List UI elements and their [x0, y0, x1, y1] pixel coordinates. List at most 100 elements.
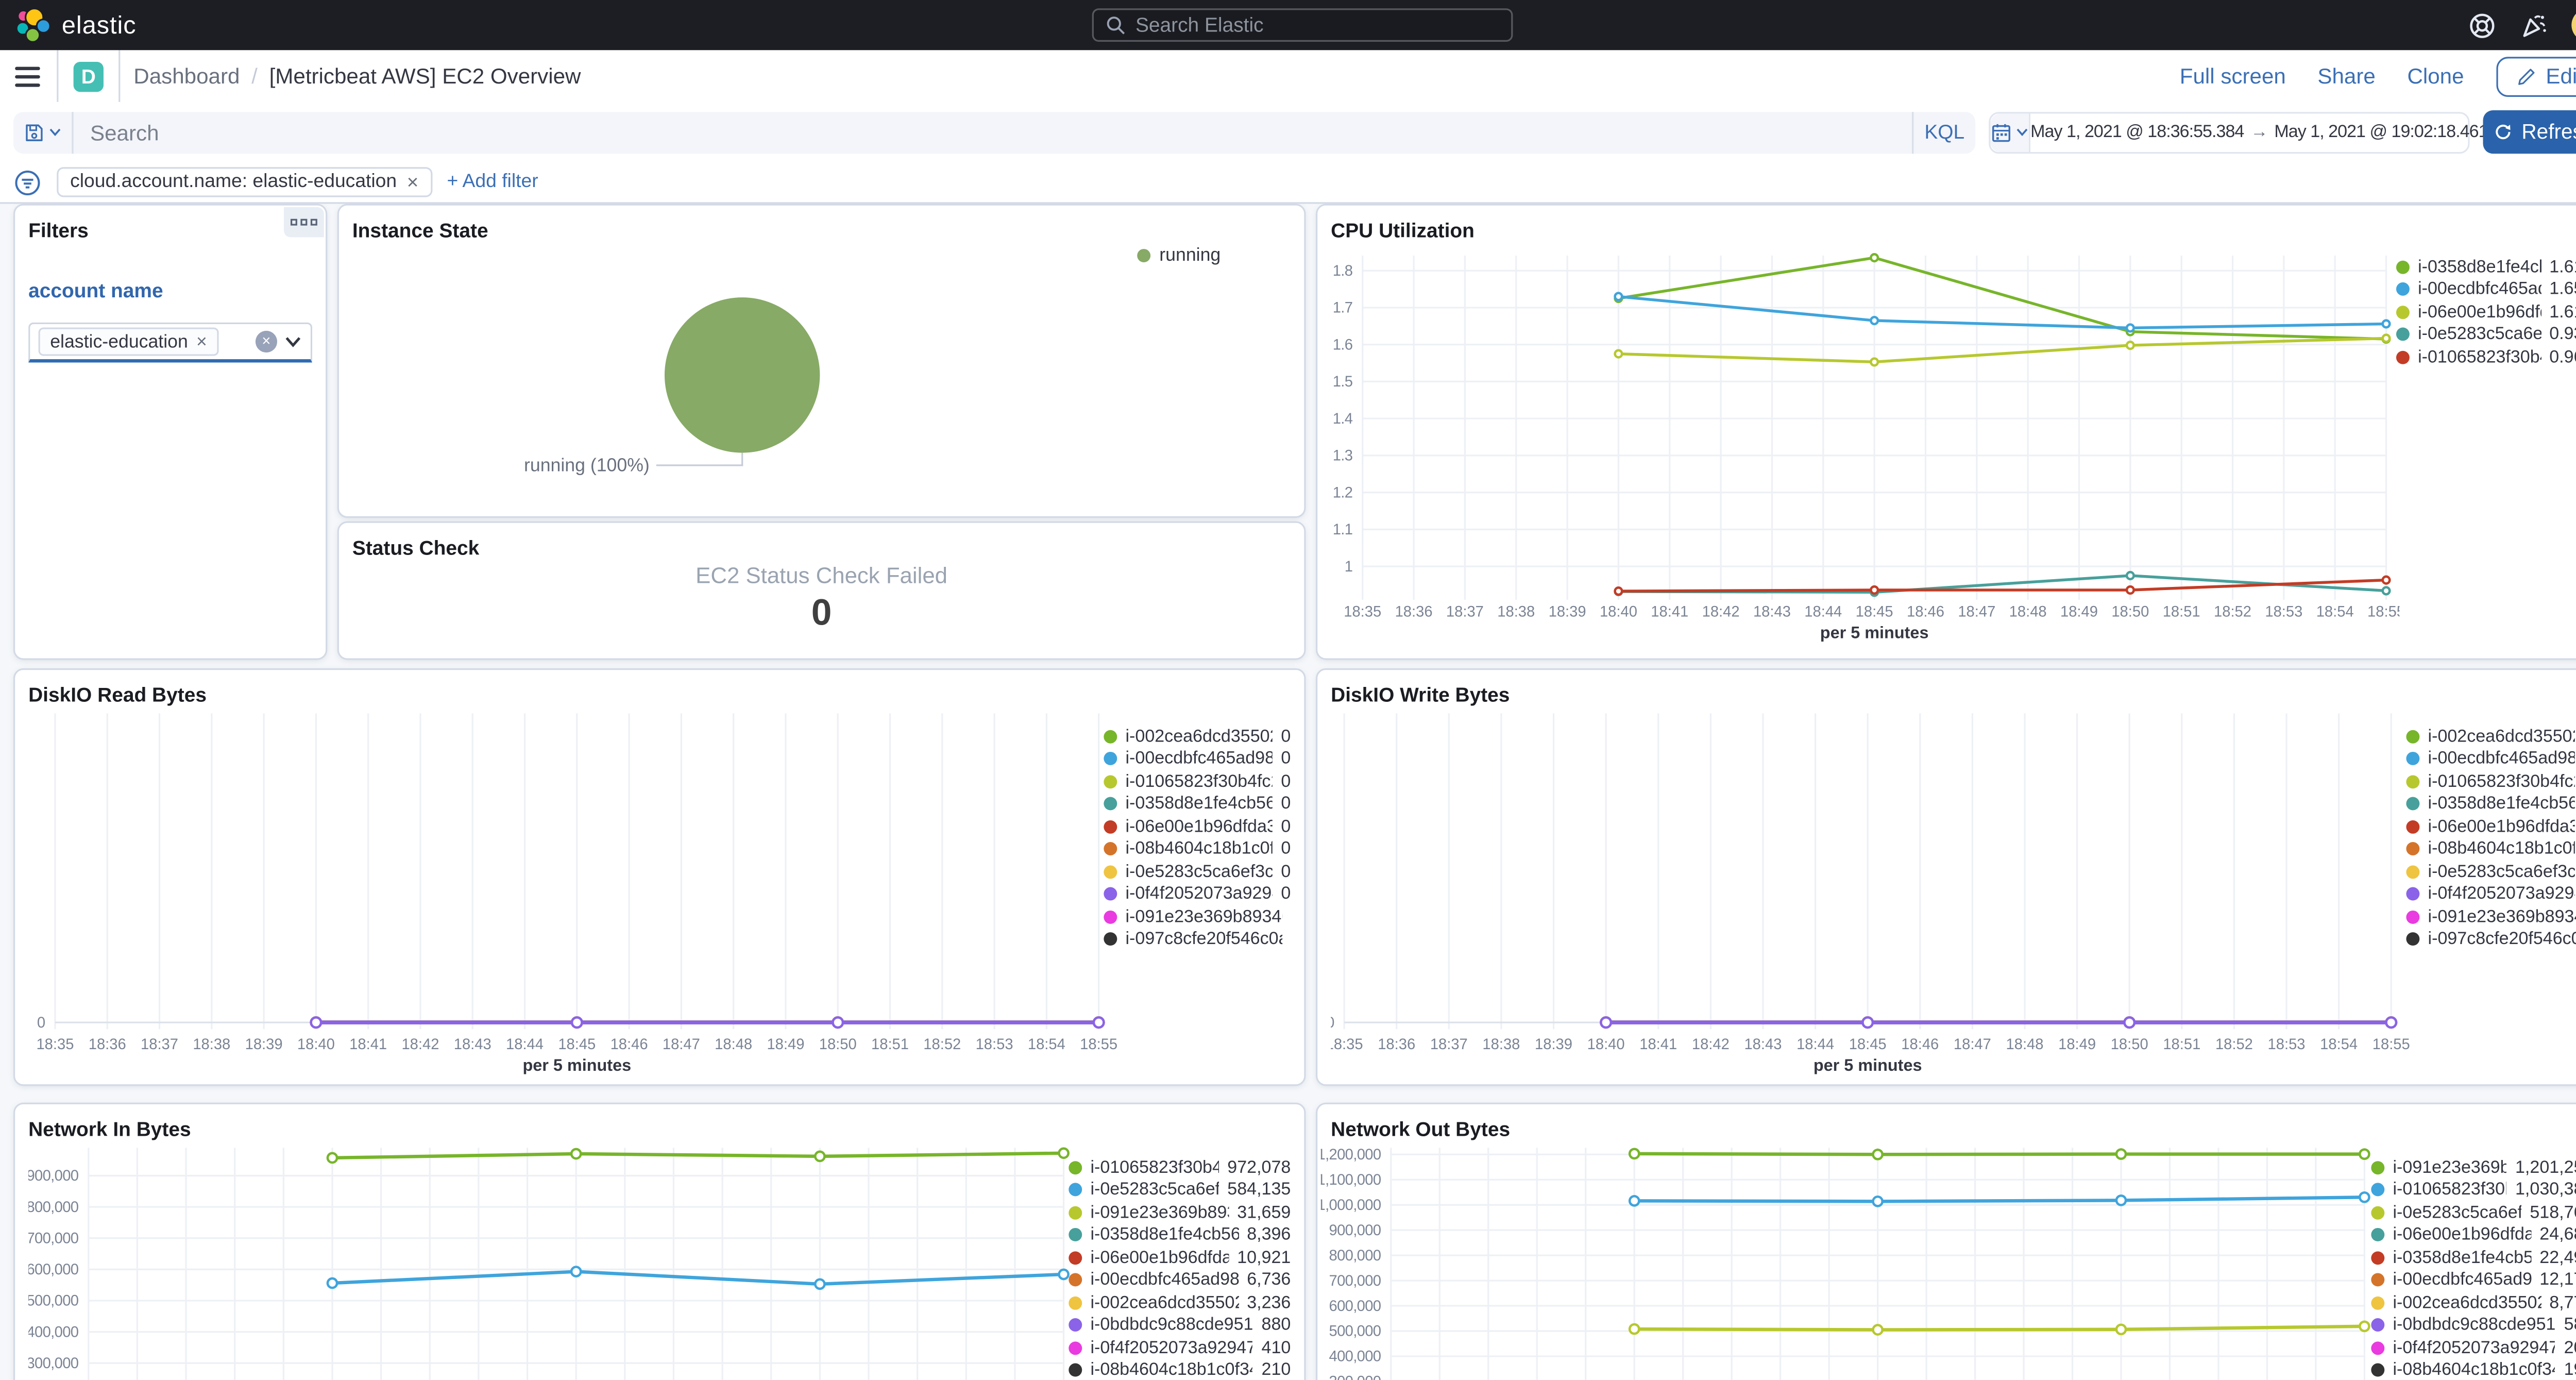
svg-text:1.6: 1.6: [1333, 336, 1353, 353]
query-input[interactable]: [73, 119, 1912, 145]
filter-menu-icon[interactable]: [13, 168, 42, 196]
legend-item[interactable]: i-0358d8e1fe4cb56890: [1104, 793, 1291, 815]
legend-item[interactable]: i-00ecdbfc465ad98df 12,176: [2371, 1269, 2576, 1291]
help-lifebuoy-icon[interactable]: [2468, 11, 2496, 39]
legend-item[interactable]: i-0f4f2052073a929470: [1104, 883, 1291, 905]
cpu-legend: i-0358d8e1fe4cb56891.615i-00ecdbfc465ad9…: [2396, 256, 2576, 368]
legend-value: 972,078: [1227, 1157, 1291, 1177]
legend-item[interactable]: i-0f4f2052073a929470: [2406, 883, 2576, 905]
chevron-down-icon[interactable]: [284, 332, 302, 351]
legend-item[interactable]: i-01065823f30b4fc210: [2406, 770, 2576, 793]
legend-item[interactable]: i-00ecdbfc465ad98df0: [2406, 748, 2576, 770]
legend-item[interactable]: i-0f4f2052073a92947 410: [1069, 1337, 1291, 1359]
combobox-clear-icon[interactable]: ×: [255, 330, 278, 353]
panel-title: CPU Utilization: [1331, 218, 1475, 243]
menu-hamburger-icon[interactable]: [15, 66, 40, 86]
legend-item[interactable]: i-06e00e1b96dfda3f70: [2406, 815, 2576, 838]
global-search[interactable]: [1092, 8, 1513, 42]
legend-item[interactable]: i-01065823f30b4fc21 972,078: [1069, 1156, 1291, 1179]
legend-label: i-08b4604c18b1c0f34: [2393, 1360, 2556, 1380]
date-to[interactable]: May 1, 2021 @ 19:02:18.461: [2274, 122, 2488, 142]
date-from[interactable]: May 1, 2021 @ 18:36:55.384: [2030, 122, 2244, 142]
share-button[interactable]: Share: [2317, 63, 2375, 89]
filter-pill[interactable]: cloud.account.name: elastic-education ×: [57, 167, 432, 197]
legend-item[interactable]: i-0e5283c5ca6ef3c8c0: [1104, 861, 1291, 883]
legend-label: running: [1159, 245, 1221, 266]
add-filter-button[interactable]: + Add filter: [447, 172, 538, 192]
pie-slice-running[interactable]: [664, 297, 820, 453]
legend-label: i-002cea6dcd35502f7: [2428, 726, 2575, 747]
kql-selector[interactable]: KQL: [1912, 111, 1975, 153]
legend-item[interactable]: i-0358d8e1fe4cb56890: [2406, 793, 2576, 815]
panel-options-icon[interactable]: [283, 207, 324, 238]
legend-label: i-002cea6dcd35502f7: [2393, 1292, 2541, 1313]
legend-item[interactable]: i-002cea6dcd35502f70: [1104, 725, 1291, 748]
pie-legend-item[interactable]: running: [1138, 245, 1221, 266]
saved-query-menu[interactable]: [13, 111, 74, 153]
legend-swatch: [2371, 1205, 2385, 1219]
legend-swatch: [1104, 775, 1117, 788]
legend-item[interactable]: i-002cea6dcd35502f7 8,779: [2371, 1291, 2576, 1314]
legend-item[interactable]: i-0358d8e1fe4cb5689 22,498: [2371, 1247, 2576, 1269]
svg-text:18:39: 18:39: [1535, 1036, 1572, 1053]
combobox-token[interactable]: elastic-education ×: [38, 327, 219, 356]
dashboard-badge[interactable]: D: [73, 61, 104, 91]
elastic-logo[interactable]: elastic: [0, 7, 137, 43]
date-quick-menu[interactable]: [1990, 112, 2031, 152]
kibana-app: elastic Search Elastic D Dashboard / [Me…: [0, 0, 2576, 1380]
legend-item[interactable]: i-097c8cfe20f546c0a: [1104, 928, 1291, 951]
filter-remove-icon[interactable]: ×: [407, 171, 419, 194]
clone-button[interactable]: Clone: [2407, 63, 2464, 89]
legend-item[interactable]: i-002cea6dcd35502f7 3,236: [1069, 1291, 1291, 1314]
legend-item[interactable]: i-08b4604c18b1c0f34 210: [1069, 1359, 1291, 1380]
refresh-button[interactable]: Refresh: [2483, 110, 2576, 154]
legend-item[interactable]: i-08b4604c18b1c0f340: [2406, 838, 2576, 861]
legend-item[interactable]: i-0358d8e1fe4cb5689 8,396: [1069, 1224, 1291, 1247]
legend-item[interactable]: i-0e5283c5ca6ef3c8c 0.934: [2396, 323, 2576, 346]
edit-button[interactable]: Edit: [2496, 56, 2576, 96]
newsfeed-party-icon[interactable]: [2520, 11, 2548, 39]
legend-item[interactable]: i-01065823f30b4fc210: [1104, 770, 1291, 793]
svg-text:18:47: 18:47: [1954, 1036, 1991, 1053]
legend-item[interactable]: i-097c8cfe20f546c0a: [2406, 928, 2576, 951]
legend-item[interactable]: i-08b4604c18b1c0f34 196: [2371, 1359, 2576, 1380]
page-title: [Metricbeat AWS] EC2 Overview: [269, 63, 581, 89]
date-range-display[interactable]: May 1, 2021 @ 18:36:55.384 → May 1, 2021…: [2030, 122, 2488, 142]
legend-item[interactable]: i-091e23e369b893... 1,201,252: [2371, 1156, 2576, 1179]
legend-item[interactable]: i-06e00e1b96dfda3f7 1.617: [2396, 301, 2576, 324]
legend-value: 0: [1281, 884, 1291, 904]
legend-item[interactable]: i-0e5283c5ca6ef3c8c 584,135: [1069, 1179, 1291, 1201]
legend-item[interactable]: i-002cea6dcd35502f70: [2406, 725, 2576, 748]
legend-item[interactable]: i-0358d8e1fe4cb5689 1.615: [2396, 256, 2576, 278]
user-avatar[interactable]: m: [2571, 8, 2576, 42]
legend-item[interactable]: i-00ecdbfc465ad98df 1.656: [2396, 278, 2576, 301]
legend-item[interactable]: i-0f4f2052073a92947 208: [2371, 1337, 2576, 1359]
legend-item[interactable]: i-0bdbdc9c88cde9518 589: [2371, 1314, 2576, 1337]
legend-label: i-0e5283c5ca6ef3c8c: [2428, 862, 2575, 882]
account-name-combobox[interactable]: elastic-education × ×: [28, 322, 313, 363]
legend-item[interactable]: i-01065823f30b4fc... 1,030,384: [2371, 1179, 2576, 1201]
legend-item[interactable]: i-08b4604c18b1c0f340: [1104, 838, 1291, 861]
legend-item[interactable]: i-091e23e369b893463 31,659: [1069, 1201, 1291, 1224]
legend-item[interactable]: i-091e23e369b893463: [2406, 905, 2576, 928]
legend-item[interactable]: i-06e00e1b96dfda3f7 24,685: [2371, 1224, 2576, 1247]
legend-item[interactable]: i-01065823f30b4fc21 0.963: [2396, 346, 2576, 368]
full-screen-button[interactable]: Full screen: [2180, 63, 2286, 89]
legend-item[interactable]: i-00ecdbfc465ad98df0: [1104, 748, 1291, 770]
breadcrumb-dashboard[interactable]: Dashboard: [133, 63, 240, 89]
legend-item[interactable]: i-0e5283c5ca6ef3c8c0: [2406, 861, 2576, 883]
global-search-input[interactable]: [1135, 13, 1500, 37]
legend-value: 0: [1281, 862, 1291, 882]
svg-text:18:47: 18:47: [1958, 603, 1995, 620]
token-remove-icon[interactable]: ×: [196, 332, 207, 352]
legend-item[interactable]: i-06e00e1b96dfda3f7 10,921: [1069, 1247, 1291, 1269]
legend-item[interactable]: i-0bdbdc9c88cde9518 880: [1069, 1314, 1291, 1337]
legend-item[interactable]: i-091e23e369b893463: [1104, 905, 1291, 928]
arrow-right-icon: →: [2250, 122, 2268, 142]
legend-item[interactable]: i-0e5283c5ca6ef3c8c 518,769: [2371, 1201, 2576, 1224]
legend-item[interactable]: i-00ecdbfc465ad98df 6,736: [1069, 1269, 1291, 1291]
filter-field-link[interactable]: account name: [28, 279, 163, 302]
legend-label: i-0f4f2052073a92947: [2393, 1338, 2556, 1358]
svg-text:18:35: 18:35: [1331, 1036, 1363, 1053]
legend-item[interactable]: i-06e00e1b96dfda3f70: [1104, 815, 1291, 838]
